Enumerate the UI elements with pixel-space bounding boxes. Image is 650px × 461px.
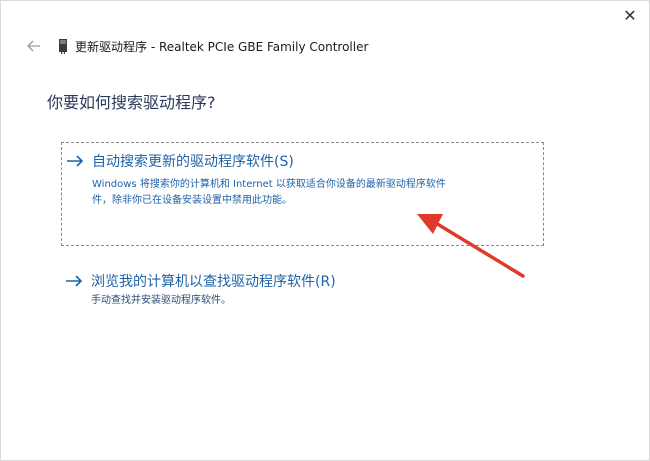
description-line: 手动查找并安装驱动程序软件。	[91, 295, 231, 306]
option-auto-search-title-row[interactable]: 自动搜索更新的驱动程序软件(S)	[66, 151, 294, 171]
page-heading: 你要如何搜索驱动程序?	[47, 93, 216, 112]
window-title: 更新驱动程序 - Realtek PCIe GBE Family Control…	[75, 39, 369, 54]
update-driver-window: ✕ 更新驱动程序 - Realtek PCIe GBE Family Contr…	[0, 0, 650, 461]
description-line: 件，除非你已在设备安装设置中禁用此功能。	[92, 195, 292, 206]
back-button[interactable]	[23, 35, 45, 57]
network-adapter-icon	[57, 38, 69, 54]
title-bar: 更新驱动程序 - Realtek PCIe GBE Family Control…	[23, 31, 599, 61]
close-button[interactable]: ✕	[611, 1, 649, 29]
option-auto-search-description: Windows 将搜索你的计算机和 Internet 以获取适合你设备的最新驱动…	[92, 177, 446, 209]
option-auto-search[interactable]: 自动搜索更新的驱动程序软件(S) Windows 将搜索你的计算机和 Inter…	[61, 142, 544, 246]
back-arrow-icon	[27, 40, 40, 52]
option-auto-search-label: 自动搜索更新的驱动程序软件(S)	[92, 154, 294, 170]
right-arrow-icon	[65, 275, 83, 287]
right-arrow-icon	[66, 155, 84, 167]
option-browse-computer[interactable]: 浏览我的计算机以查找驱动程序软件(R) 手动查找并安装驱动程序软件。	[61, 269, 544, 319]
option-browse-description: 手动查找并安装驱动程序软件。	[91, 293, 231, 309]
close-icon: ✕	[623, 5, 637, 25]
description-line: Windows 将搜索你的计算机和 Internet 以获取适合你设备的最新驱动…	[92, 179, 446, 190]
option-browse-label: 浏览我的计算机以查找驱动程序软件(R)	[91, 274, 336, 290]
option-browse-title-row[interactable]: 浏览我的计算机以查找驱动程序软件(R)	[65, 271, 336, 291]
